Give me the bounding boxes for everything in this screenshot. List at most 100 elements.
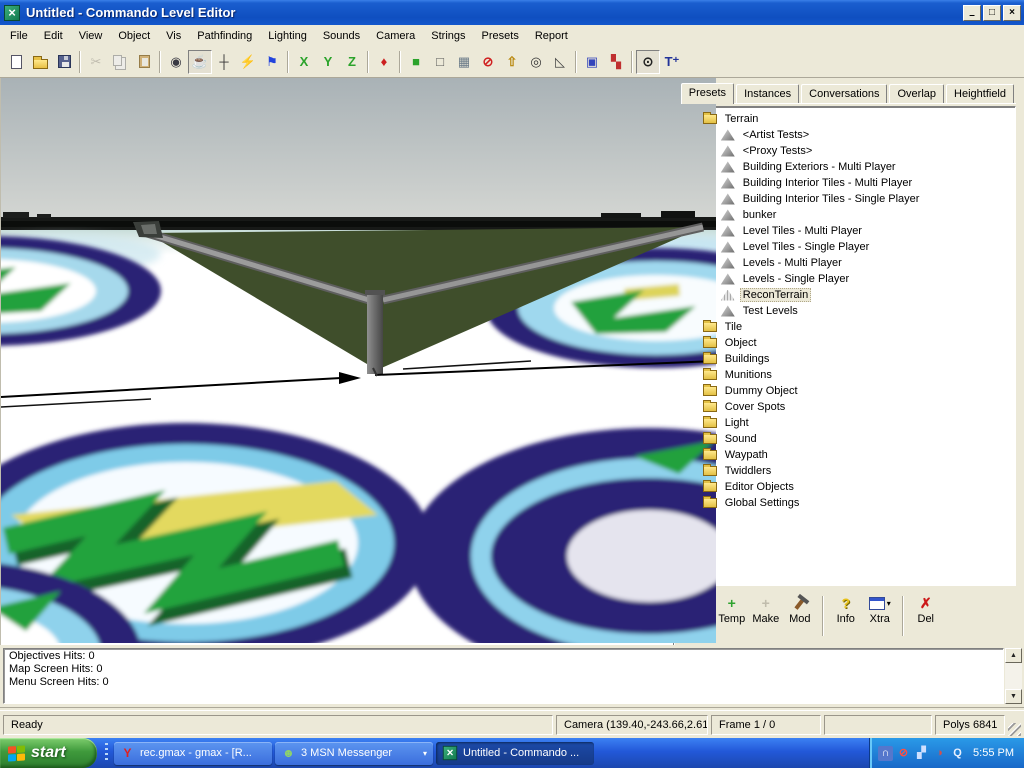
render-teapot-button[interactable]: ☕ <box>188 50 212 74</box>
tab-conversations[interactable]: Conversations <box>801 84 887 103</box>
copy-button[interactable] <box>108 50 132 74</box>
volume-tray-icon[interactable]: ∩ <box>878 746 893 761</box>
tree-item-tile[interactable]: +Tile <box>680 319 1015 335</box>
paste-button[interactable] <box>132 50 156 74</box>
xtra-button[interactable]: ▾Xtra <box>863 594 897 638</box>
scroll-up-button[interactable]: ▲ <box>1005 648 1022 663</box>
axis-x-button[interactable]: X <box>292 50 316 74</box>
hide-objects-button[interactable]: ⊘ <box>476 50 500 74</box>
tree-item-cover-spots[interactable]: +Cover Spots <box>680 399 1015 415</box>
tab-heightfield[interactable]: Heightfield <box>946 84 1014 103</box>
run-player-button[interactable]: ⚡ <box>236 50 260 74</box>
tree-item-editor-objects[interactable]: +Editor Objects <box>680 479 1015 495</box>
start-button[interactable]: start <box>0 738 97 768</box>
new-file-button[interactable] <box>4 50 28 74</box>
tree-item-munitions[interactable]: +Munitions <box>680 367 1015 383</box>
camera-view-button[interactable]: ◉ <box>164 50 188 74</box>
media-player-tray-icon[interactable]: ◑ <box>932 746 947 761</box>
tree-item-building-interior-tiles-multi-player[interactable]: +Building Interior Tiles - Multi Player <box>680 175 1015 191</box>
tree-item-proxy-tests[interactable]: <Proxy Tests> <box>680 143 1015 159</box>
show-terrain-button[interactable]: ▦ <box>452 50 476 74</box>
menu-vis[interactable]: Vis <box>158 26 189 46</box>
menu-strings[interactable]: Strings <box>423 26 473 46</box>
3d-viewport[interactable] <box>0 78 674 645</box>
quick-launch-handle[interactable] <box>105 743 108 763</box>
tree-item-terrain[interactable]: −Terrain <box>680 111 1015 127</box>
tree-item-global-settings[interactable]: +Global Settings <box>680 495 1015 511</box>
wireframe-view-button[interactable]: □ <box>428 50 452 74</box>
polygon-tool-button[interactable]: ◺ <box>548 50 572 74</box>
open-file-button[interactable] <box>28 50 52 74</box>
close-button[interactable]: × <box>1003 5 1021 21</box>
temp-button[interactable]: +Temp <box>715 594 749 638</box>
scroll-down-button[interactable]: ▼ <box>1005 689 1022 704</box>
text-tool-button[interactable]: T⁺ <box>660 50 684 74</box>
menu-camera[interactable]: Camera <box>368 26 423 46</box>
cut-button[interactable]: ✂ <box>84 50 108 74</box>
task-gmax[interactable]: Yrec.gmax - gmax - [R... <box>114 742 272 765</box>
menu-report[interactable]: Report <box>527 26 576 46</box>
status-empty <box>824 715 932 735</box>
minimize-button[interactable]: – <box>963 5 981 21</box>
del-button[interactable]: ✗Del <box>909 594 943 638</box>
tree-item-building-exteriors-multi-player[interactable]: +Building Exteriors - Multi Player <box>680 159 1015 175</box>
maximize-button[interactable]: □ <box>983 5 1001 21</box>
tree-item-reconterrain[interactable]: ReconTerrain <box>680 287 1015 303</box>
make-button[interactable]: +Make <box>749 594 783 638</box>
info-button[interactable]: ?Info <box>829 594 863 638</box>
flag-marker-button[interactable]: ⚑ <box>260 50 284 74</box>
task-msn-messenger[interactable]: ☻3 MSN Messenger▾ <box>275 742 433 765</box>
tree-item-twiddlers[interactable]: +Twiddlers <box>680 463 1015 479</box>
dropdown-arrow-icon[interactable]: ▾ <box>887 599 891 608</box>
window-controls: – □ × <box>963 5 1021 21</box>
tree-item-level-tiles-multi-player[interactable]: Level Tiles - Multi Player <box>680 223 1015 239</box>
mod-button[interactable]: Mod <box>783 594 817 638</box>
camera-dolly-button[interactable]: ◎ <box>524 50 548 74</box>
resize-grip[interactable] <box>1008 723 1021 736</box>
tree-item-sound[interactable]: +Sound <box>680 431 1015 447</box>
rgb-components-button[interactable]: ▚ <box>604 50 628 74</box>
tab-overlap[interactable]: Overlap <box>889 84 944 103</box>
tree-item-bunker[interactable]: bunker <box>680 207 1015 223</box>
panel-tabs: PresetsInstancesConversationsOverlapHeig… <box>679 82 1016 104</box>
tree-item-levels-single-player[interactable]: +Levels - Single Player <box>680 271 1015 287</box>
menu-pathfinding[interactable]: Pathfinding <box>189 26 260 46</box>
save-file-button[interactable] <box>52 50 76 74</box>
tree-item-building-interior-tiles-single-player[interactable]: +Building Interior Tiles - Single Player <box>680 191 1015 207</box>
tree-item-test-levels[interactable]: +Test Levels <box>680 303 1015 319</box>
axis-gizmo-button[interactable]: ┼ <box>212 50 236 74</box>
menu-sounds[interactable]: Sounds <box>315 26 368 46</box>
menu-view[interactable]: View <box>71 26 111 46</box>
drop-to-ground-button[interactable]: ♦ <box>372 50 396 74</box>
app-icon[interactable] <box>4 5 20 21</box>
blocked-tray-icon[interactable]: ⊘ <box>896 746 911 761</box>
tree-item-light[interactable]: +Light <box>680 415 1015 431</box>
hits-scrollbar[interactable]: ▲ ▼ <box>1005 648 1022 704</box>
tree-item-dummy-object[interactable]: +Dummy Object <box>680 383 1015 399</box>
toolbar-separator <box>367 51 369 73</box>
menu-object[interactable]: Object <box>110 26 158 46</box>
quicktime-tray-icon[interactable]: Q <box>950 746 965 761</box>
tree-item-level-tiles-single-player[interactable]: +Level Tiles - Single Player <box>680 239 1015 255</box>
menu-lighting[interactable]: Lighting <box>260 26 315 46</box>
solid-view-button[interactable]: ■ <box>404 50 428 74</box>
axis-y-button[interactable]: Y <box>316 50 340 74</box>
preset-tree[interactable]: −Terrain+<Artist Tests><Proxy Tests>+Bui… <box>679 106 1016 586</box>
raise-layer-button[interactable]: ⇧ <box>500 50 524 74</box>
menu-file[interactable]: File <box>2 26 36 46</box>
tree-item-waypath[interactable]: +Waypath <box>680 447 1015 463</box>
visibility-eye-button[interactable]: ⊙ <box>636 50 660 74</box>
group-objects-button[interactable]: ▣ <box>580 50 604 74</box>
tree-item-levels-multi-player[interactable]: +Levels - Multi Player <box>680 255 1015 271</box>
tab-instances[interactable]: Instances <box>736 84 799 103</box>
network-tray-icon[interactable]: ▞ <box>914 746 929 761</box>
tab-presets[interactable]: Presets <box>681 83 734 104</box>
tree-item-buildings[interactable]: +Buildings <box>680 351 1015 367</box>
tree-item-artist-tests[interactable]: +<Artist Tests> <box>680 127 1015 143</box>
menu-presets[interactable]: Presets <box>474 26 527 46</box>
tree-item-object[interactable]: +Object <box>680 335 1015 351</box>
axis-z-button[interactable]: Z <box>340 50 364 74</box>
task-dropdown-icon[interactable]: ▾ <box>423 749 427 758</box>
task-commando-editor[interactable]: Untitled - Commando ... <box>436 742 594 765</box>
menu-edit[interactable]: Edit <box>36 26 71 46</box>
